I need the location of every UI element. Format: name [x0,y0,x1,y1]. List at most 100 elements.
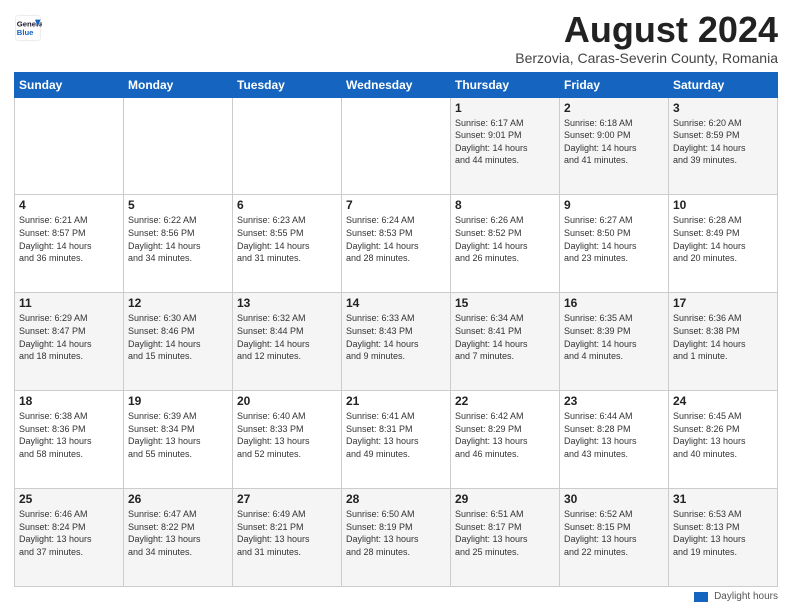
day-number: 6 [237,198,337,212]
weekday-header-saturday: Saturday [669,72,778,97]
day-info: Sunrise: 6:18 AM Sunset: 9:00 PM Dayligh… [564,117,664,167]
day-number: 24 [673,394,773,408]
day-number: 15 [455,296,555,310]
day-number: 18 [19,394,119,408]
legend-label: Daylight hours [714,591,778,602]
calendar-day: 13Sunrise: 6:32 AM Sunset: 8:44 PM Dayli… [233,293,342,391]
day-info: Sunrise: 6:29 AM Sunset: 8:47 PM Dayligh… [19,312,119,362]
day-number: 28 [346,492,446,506]
day-info: Sunrise: 6:33 AM Sunset: 8:43 PM Dayligh… [346,312,446,362]
calendar-day: 12 Sunrise: 6:30 AM Sunset: 8:46 PM Dayli… [124,293,233,391]
calendar-day: 31 Sunrise: 6:53 AM Sunset: 8:13 PM Dayli… [669,489,778,587]
calendar-day: 18Sunrise: 6:38 AM Sunset: 8:36 PM Dayli… [15,391,124,489]
calendar-week-2: 4Sunrise: 6:21 AM Sunset: 8:57 PM Daylig… [15,195,778,293]
day-number: 12 [128,296,228,310]
calendar-week-4: 18Sunrise: 6:38 AM Sunset: 8:36 PM Dayli… [15,391,778,489]
day-number: 3 [673,101,773,115]
day-info: Sunrise: 6:23 AM Sunset: 8:55 PM Dayligh… [237,214,337,264]
day-info: Sunrise: 6:32 AM Sunset: 8:44 PM Dayligh… [237,312,337,362]
calendar-day: 5 Sunrise: 6:22 AM Sunset: 8:56 PM Daylig… [124,195,233,293]
day-info: Sunrise: 6:42 AM Sunset: 8:29 PM Dayligh… [455,410,555,460]
calendar-day: 14 Sunrise: 6:33 AM Sunset: 8:43 PM Dayli… [342,293,451,391]
day-number: 20 [237,394,337,408]
day-number: 17 [673,296,773,310]
day-number: 19 [128,394,228,408]
day-number: 8 [455,198,555,212]
calendar-day: 25 Sunrise: 6:46 AM Sunset: 8:24 PM Dayli… [15,489,124,587]
calendar-day: 22 Sunrise: 6:42 AM Sunset: 8:29 PM Dayli… [451,391,560,489]
day-number: 5 [128,198,228,212]
logo: General Blue [14,14,42,42]
calendar-body: 1 Sunrise: 6:17 AM Sunset: 9:01 PM Daylig… [15,97,778,586]
day-info: Sunrise: 6:39 AM Sunset: 8:34 PM Dayligh… [128,410,228,460]
calendar-table: SundayMondayTuesdayWednesdayThursdayFrid… [14,72,778,587]
calendar-header: SundayMondayTuesdayWednesdayThursdayFrid… [15,72,778,97]
day-info: Sunrise: 6:51 AM Sunset: 8:17 PM Dayligh… [455,508,555,558]
calendar-day: 29Sunrise: 6:51 AM Sunset: 8:17 PM Dayli… [451,489,560,587]
calendar-day: 3 Sunrise: 6:20 AM Sunset: 8:59 PM Daylig… [669,97,778,195]
day-number: 11 [19,296,119,310]
weekday-header-tuesday: Tuesday [233,72,342,97]
calendar-day: 1 Sunrise: 6:17 AM Sunset: 9:01 PM Daylig… [451,97,560,195]
day-info: Sunrise: 6:44 AM Sunset: 8:28 PM Dayligh… [564,410,664,460]
day-number: 21 [346,394,446,408]
day-number: 1 [455,101,555,115]
calendar-day: 27 Sunrise: 6:49 AM Sunset: 8:21 PM Dayli… [233,489,342,587]
day-number: 27 [237,492,337,506]
calendar-day: 6 Sunrise: 6:23 AM Sunset: 8:55 PM Daylig… [233,195,342,293]
calendar-day: 16Sunrise: 6:35 AM Sunset: 8:39 PM Dayli… [560,293,669,391]
weekday-header-monday: Monday [124,72,233,97]
calendar-day [15,97,124,195]
day-info: Sunrise: 6:49 AM Sunset: 8:21 PM Dayligh… [237,508,337,558]
calendar-day: 30Sunrise: 6:52 AM Sunset: 8:15 PM Dayli… [560,489,669,587]
calendar-day: 19 Sunrise: 6:39 AM Sunset: 8:34 PM Dayli… [124,391,233,489]
day-info: Sunrise: 6:22 AM Sunset: 8:56 PM Dayligh… [128,214,228,264]
calendar-day [124,97,233,195]
calendar-day: 9Sunrise: 6:27 AM Sunset: 8:50 PM Daylig… [560,195,669,293]
day-info: Sunrise: 6:26 AM Sunset: 8:52 PM Dayligh… [455,214,555,264]
calendar-week-1: 1 Sunrise: 6:17 AM Sunset: 9:01 PM Daylig… [15,97,778,195]
calendar-day: 28 Sunrise: 6:50 AM Sunset: 8:19 PM Dayli… [342,489,451,587]
weekday-header-sunday: Sunday [15,72,124,97]
legend-color-box [694,592,708,602]
calendar-week-3: 11 Sunrise: 6:29 AM Sunset: 8:47 PM Dayli… [15,293,778,391]
logo-icon: General Blue [14,14,42,42]
calendar-week-5: 25 Sunrise: 6:46 AM Sunset: 8:24 PM Dayli… [15,489,778,587]
calendar-day [342,97,451,195]
day-number: 23 [564,394,664,408]
day-number: 31 [673,492,773,506]
day-info: Sunrise: 6:46 AM Sunset: 8:24 PM Dayligh… [19,508,119,558]
day-number: 25 [19,492,119,506]
footer: Daylight hours [14,591,778,602]
calendar-day: 20 Sunrise: 6:40 AM Sunset: 8:33 PM Dayli… [233,391,342,489]
svg-text:Blue: Blue [17,28,34,37]
day-info: Sunrise: 6:17 AM Sunset: 9:01 PM Dayligh… [455,117,555,167]
weekday-header-friday: Friday [560,72,669,97]
day-info: Sunrise: 6:20 AM Sunset: 8:59 PM Dayligh… [673,117,773,167]
weekday-header-wednesday: Wednesday [342,72,451,97]
day-info: Sunrise: 6:50 AM Sunset: 8:19 PM Dayligh… [346,508,446,558]
day-number: 14 [346,296,446,310]
calendar-day: 7Sunrise: 6:24 AM Sunset: 8:53 PM Daylig… [342,195,451,293]
day-number: 10 [673,198,773,212]
day-number: 16 [564,296,664,310]
day-number: 30 [564,492,664,506]
day-info: Sunrise: 6:40 AM Sunset: 8:33 PM Dayligh… [237,410,337,460]
page: General Blue August 2024 Berzovia, Caras… [0,0,792,612]
subtitle: Berzovia, Caras-Severin County, Romania [515,50,778,66]
calendar-day: 24 Sunrise: 6:45 AM Sunset: 8:26 PM Dayli… [669,391,778,489]
calendar-day: 11 Sunrise: 6:29 AM Sunset: 8:47 PM Dayli… [15,293,124,391]
day-info: Sunrise: 6:41 AM Sunset: 8:31 PM Dayligh… [346,410,446,460]
day-info: Sunrise: 6:27 AM Sunset: 8:50 PM Dayligh… [564,214,664,264]
calendar-day: 10Sunrise: 6:28 AM Sunset: 8:49 PM Dayli… [669,195,778,293]
calendar-day: 21 Sunrise: 6:41 AM Sunset: 8:31 PM Dayli… [342,391,451,489]
day-info: Sunrise: 6:30 AM Sunset: 8:46 PM Dayligh… [128,312,228,362]
calendar-day: 4Sunrise: 6:21 AM Sunset: 8:57 PM Daylig… [15,195,124,293]
day-number: 22 [455,394,555,408]
day-info: Sunrise: 6:45 AM Sunset: 8:26 PM Dayligh… [673,410,773,460]
day-number: 26 [128,492,228,506]
day-info: Sunrise: 6:53 AM Sunset: 8:13 PM Dayligh… [673,508,773,558]
calendar-day: 17 Sunrise: 6:36 AM Sunset: 8:38 PM Dayli… [669,293,778,391]
month-title: August 2024 [515,10,778,50]
day-info: Sunrise: 6:36 AM Sunset: 8:38 PM Dayligh… [673,312,773,362]
